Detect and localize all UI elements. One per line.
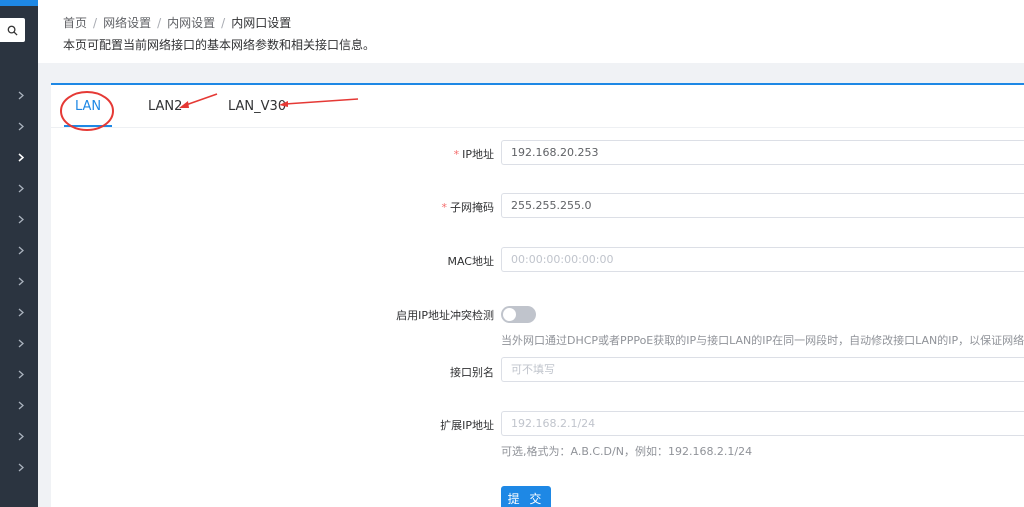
- ip-conflict-toggle[interactable]: [501, 306, 536, 323]
- chevron-right-icon: [18, 153, 24, 162]
- sidebar-item-7[interactable]: [18, 277, 26, 289]
- breadcrumb-home[interactable]: 首页: [63, 16, 87, 30]
- breadcrumb-lan-settings[interactable]: 内网设置: [167, 16, 215, 30]
- sidebar-top-accent: [0, 0, 38, 6]
- chevron-right-icon: [18, 308, 24, 317]
- netmask-label: * 子网掩码: [442, 199, 495, 215]
- chevron-right-icon: [18, 215, 24, 224]
- netmask-input[interactable]: [501, 193, 1024, 218]
- chevron-right-icon: [18, 246, 24, 255]
- sidebar-item-1[interactable]: [18, 91, 26, 103]
- chevron-right-icon: [18, 401, 24, 410]
- sidebar: [0, 0, 38, 507]
- sidebar-item-5[interactable]: [18, 215, 26, 227]
- toggle-knob: [503, 308, 516, 321]
- breadcrumb: 首页 / 网络设置 / 内网设置 / 内网口设置: [63, 14, 291, 31]
- chevron-right-icon: [18, 339, 24, 348]
- sidebar-item-10[interactable]: [18, 370, 26, 382]
- active-tab-indicator: [64, 125, 112, 127]
- search-icon: [7, 25, 18, 36]
- sidebar-item-11[interactable]: [18, 401, 26, 413]
- sidebar-item-8[interactable]: [18, 308, 26, 320]
- breadcrumb-separator: /: [157, 16, 162, 30]
- sidebar-item-6[interactable]: [18, 246, 26, 258]
- interface-tabs: LAN LAN2 LAN_V30: [51, 85, 1024, 128]
- chevron-right-icon: [18, 370, 24, 379]
- sidebar-item-12[interactable]: [18, 432, 26, 444]
- ext-ip-hint: 可选,格式为：A.B.C.D/N，例如：192.168.2.1/24: [501, 445, 753, 458]
- required-mark: *: [453, 148, 460, 161]
- mac-label: MAC地址: [447, 255, 494, 268]
- required-mark: *: [441, 201, 448, 214]
- breadcrumb-separator: /: [221, 16, 226, 30]
- tab-lan2[interactable]: LAN2: [148, 99, 182, 114]
- chevron-right-icon: [18, 91, 24, 100]
- submit-button[interactable]: 提 交: [501, 486, 551, 507]
- settings-card: LAN LAN2 LAN_V30 *IP地址 *子网掩码 MAC地址 启用IP地…: [51, 83, 1024, 507]
- sidebar-item-2[interactable]: [18, 122, 26, 134]
- page-header: 首页 / 网络设置 / 内网设置 / 内网口设置 本页可配置当前网络接口的基本网络参数和相关…: [38, 0, 1024, 63]
- ip-conflict-hint: 当外网口通过DHCP或者PPPoE获取的IP与接口LAN的IP在同一网段时，自动…: [501, 334, 1024, 347]
- breadcrumb-network-settings[interactable]: 网络设置: [103, 16, 151, 30]
- tab-lan-v30[interactable]: LAN_V30: [228, 99, 286, 114]
- ext-ip-input[interactable]: [501, 411, 1024, 436]
- tab-lan[interactable]: LAN: [75, 99, 101, 114]
- ip-label-text: IP地址: [462, 148, 494, 161]
- alias-label: 接口别名: [450, 366, 494, 379]
- breadcrumb-separator: /: [93, 16, 98, 30]
- netmask-label-text: 子网掩码: [450, 201, 494, 214]
- alias-input[interactable]: [501, 357, 1024, 382]
- chevron-right-icon: [18, 277, 24, 286]
- ip-conflict-label: 启用IP地址冲突检测: [396, 309, 494, 322]
- ip-input[interactable]: [501, 140, 1024, 165]
- page-description: 本页可配置当前网络接口的基本网络参数和相关接口信息。: [63, 38, 376, 52]
- breadcrumb-current: 内网口设置: [231, 16, 292, 30]
- ext-ip-label: 扩展IP地址: [440, 419, 494, 432]
- sidebar-item-9[interactable]: [18, 339, 26, 351]
- chevron-right-icon: [18, 122, 24, 131]
- mac-input[interactable]: [501, 247, 1024, 272]
- sidebar-search-button[interactable]: [0, 18, 25, 42]
- sidebar-item-13[interactable]: [18, 463, 26, 475]
- chevron-right-icon: [18, 463, 24, 472]
- ip-label: * IP地址: [454, 146, 494, 162]
- chevron-right-icon: [18, 432, 24, 441]
- chevron-right-icon: [18, 184, 24, 193]
- sidebar-item-4[interactable]: [18, 184, 26, 196]
- sidebar-item-3[interactable]: [18, 153, 26, 165]
